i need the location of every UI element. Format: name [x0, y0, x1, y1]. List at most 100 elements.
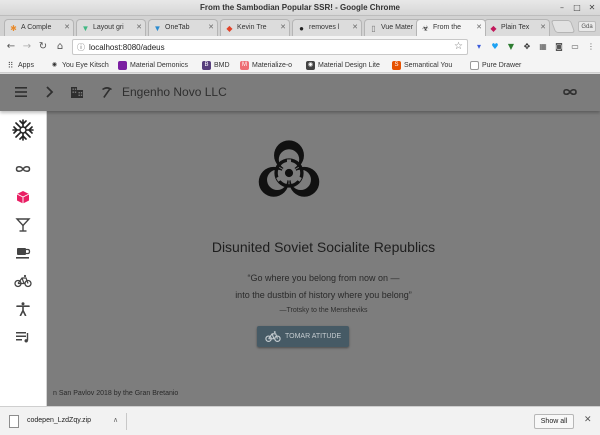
tab-plain-text[interactable]: ◆ Plain Tex ✕ — [484, 19, 550, 36]
tab-label: From the — [433, 24, 462, 31]
close-tab-icon[interactable]: ✕ — [208, 23, 214, 31]
info-icon[interactable]: ⓘ — [77, 42, 85, 53]
accessibility-icon[interactable] — [14, 302, 32, 316]
tomar-atitude-button[interactable]: TOMAR ATITUDE — [257, 326, 349, 347]
bookmark-label: Material Demonics — [130, 62, 188, 69]
close-tab-icon[interactable]: ✕ — [280, 23, 286, 31]
chevron-right-icon[interactable] — [42, 85, 56, 99]
close-tab-icon[interactable]: ✕ — [352, 23, 358, 31]
forward-arrow-icon[interactable]: → — [21, 41, 33, 53]
window-titlebar: From the Sambodian Popular SSR! - Google… — [0, 0, 600, 16]
home-icon[interactable]: ⌂ — [54, 41, 66, 53]
bookmark-material-demonics[interactable]: Material Demonics — [118, 60, 188, 71]
bookmark-material-design-lite[interactable]: ◉ Material Design Lite — [306, 60, 380, 71]
tab-from-the-active[interactable]: ☣ From the ✕ — [416, 19, 486, 36]
cast-icon[interactable]: ▭ — [570, 42, 580, 52]
close-tab-icon[interactable]: ✕ — [476, 23, 482, 31]
bookmarks-bar: ⠿ Apps ◉ You Eye Kitsch Material Demonic… — [0, 58, 600, 73]
close-tab-icon[interactable]: ✕ — [540, 23, 546, 31]
profile-button[interactable]: Gda — [578, 21, 596, 32]
main-content: Disunited Soviet Socialite Republics “Go… — [47, 111, 600, 406]
mdl-icon: ◉ — [306, 61, 315, 70]
tab-label: Plain Tex — [501, 24, 530, 31]
app-toolbar: Engenho Novo LLC — [0, 74, 600, 111]
downloads-bar: codepen_LzdZqy.zip ∧ Show all ✕ — [0, 406, 600, 435]
bookmark-materialize[interactable]: M Materialize-o — [240, 60, 292, 71]
domain-building-icon[interactable] — [70, 85, 84, 99]
infinity-icon[interactable] — [14, 162, 32, 176]
vue-icon: ▼ — [81, 24, 90, 33]
navigation-rail — [0, 111, 47, 406]
browser-toolbar: ← → ↻ ⌂ ⓘ localhost:8080/adeus ☆ ▾ ♥ ▼ ✥… — [0, 36, 600, 58]
bookmark-label: Material Design Lite — [318, 62, 380, 69]
close-tab-icon[interactable]: ✕ — [136, 23, 142, 31]
quote-line-2: into the dustbin of history where you be… — [235, 290, 412, 300]
tab-label: Kevin Tre — [237, 24, 267, 31]
grid-icon[interactable]: ▦ — [538, 42, 548, 52]
download-item[interactable]: codepen_LzdZqy.zip ∧ — [7, 413, 121, 431]
cocktail-icon[interactable] — [14, 218, 32, 232]
playlist-icon[interactable] — [14, 330, 32, 344]
company-name: Engenho Novo LLC — [122, 85, 227, 99]
tab-a-complete[interactable]: ✱ A Comple ✕ — [4, 19, 74, 36]
bookmark-label: You Eye Kitsch — [62, 62, 109, 69]
minimize-button[interactable]: – — [556, 2, 568, 13]
coffee-icon[interactable] — [14, 246, 32, 260]
tab-layout-grid[interactable]: ▼ Layout gri ✕ — [76, 19, 146, 36]
show-all-button[interactable]: Show all — [534, 414, 574, 429]
infinity-icon[interactable] — [562, 85, 578, 99]
snowflake-logo-icon[interactable] — [12, 119, 34, 141]
window-title: From the Sambodian Popular SSR! - Google… — [199, 3, 400, 12]
page-icon: ▯ — [371, 24, 376, 33]
cube-icon[interactable] — [14, 190, 32, 204]
tab-label: A Comple — [21, 24, 52, 31]
address-url[interactable]: localhost:8080/adeus — [89, 43, 165, 52]
close-icon[interactable]: ✕ — [584, 415, 592, 425]
quote-line-1: “Go where you belong from now on — — [247, 273, 400, 283]
asterisk-icon: ✱ — [10, 24, 17, 33]
address-bar[interactable]: ⓘ localhost:8080/adeus ☆ — [72, 39, 468, 55]
tab-kevin[interactable]: ◆ Kevin Tre ✕ — [220, 19, 290, 36]
bike-icon[interactable] — [14, 274, 32, 288]
camera-icon[interactable]: ◙ — [554, 42, 564, 52]
biohazard-icon — [258, 140, 320, 197]
bookmark-you-eye-kitsch[interactable]: ◉ You Eye Kitsch — [50, 60, 109, 71]
divider — [126, 413, 127, 430]
page-icon — [470, 61, 479, 70]
extension-chevron-icon[interactable]: ▾ — [474, 42, 484, 52]
page-headline: Disunited Soviet Socialite Republics — [211, 239, 436, 255]
back-arrow-icon[interactable]: ← — [5, 41, 17, 53]
reload-icon[interactable]: ↻ — [37, 41, 49, 53]
chevron-up-icon[interactable]: ∧ — [113, 416, 118, 424]
tab-onetab[interactable]: ▼ OneTab ✕ — [148, 19, 218, 36]
bookmark-apps[interactable]: ⠿ Apps — [6, 60, 34, 71]
tab-removes[interactable]: ● removes l ✕ — [292, 19, 362, 36]
close-window-button[interactable]: ✕ — [586, 2, 598, 13]
tab-label: OneTab — [165, 24, 190, 31]
twitter-icon[interactable]: ♥ — [490, 42, 500, 52]
bookmark-label: Pure Drawer — [482, 62, 522, 69]
close-tab-icon[interactable]: ✕ — [64, 23, 70, 31]
page-footer: n San Pavlov 2018 by the Gran Bretanio — [53, 390, 179, 397]
github-icon: ● — [299, 24, 304, 33]
bookmark-star-icon[interactable]: ☆ — [454, 41, 463, 52]
bookmark-pure-drawer[interactable]: Pure Drawer — [470, 60, 521, 71]
puzzle-icon[interactable]: ✥ — [522, 42, 532, 52]
vue-devtools-icon[interactable]: ▼ — [506, 42, 516, 52]
file-icon — [9, 415, 19, 428]
hamburger-menu-icon[interactable] — [14, 85, 28, 99]
new-tab-button[interactable] — [550, 20, 576, 33]
semantic-icon: S — [392, 61, 401, 70]
biohazard-icon: ☣ — [421, 24, 430, 33]
bookmark-bmd[interactable]: B BMD — [202, 60, 230, 71]
maximize-button[interactable]: □ — [571, 2, 583, 13]
download-file-name[interactable]: codepen_LzdZqy.zip — [27, 417, 91, 424]
bookmark-semantical-you[interactable]: S Semantical You — [392, 60, 452, 71]
tab-label: removes l — [309, 24, 340, 31]
eye-icon: ◉ — [51, 62, 58, 68]
cta-label: TOMAR ATITUDE — [285, 333, 342, 340]
menu-dots-icon[interactable]: ⋮ — [586, 42, 596, 52]
pickaxe-icon — [102, 87, 112, 98]
material-icon — [118, 61, 127, 70]
tab-label: Layout gri — [93, 24, 124, 31]
